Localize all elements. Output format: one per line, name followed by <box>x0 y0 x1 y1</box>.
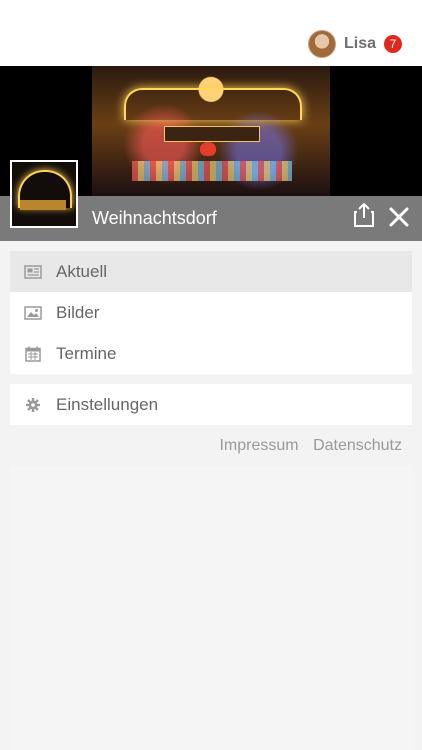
content-area <box>10 466 412 750</box>
user-menu[interactable]: Lisa 7 <box>307 30 402 58</box>
cover-roof-lights <box>124 88 302 120</box>
cover-photo <box>92 66 330 196</box>
notification-badge[interactable]: 7 <box>384 35 402 53</box>
datenschutz-link[interactable]: Datenschutz <box>313 437 402 454</box>
newspaper-icon <box>24 263 42 281</box>
menu-item-label: Einstellungen <box>56 394 159 414</box>
menu-item-einstellungen[interactable]: Einstellungen <box>10 384 412 425</box>
menu-item-label: Termine <box>56 343 117 363</box>
menu-item-aktuell[interactable]: Aktuell <box>10 251 412 292</box>
settings-card: Einstellungen <box>10 384 412 425</box>
cover-lights <box>132 161 292 181</box>
footer-links: Impressum Datenschutz <box>209 437 402 455</box>
menu-item-bilder[interactable]: Bilder <box>10 292 412 333</box>
profile-menu: Aktuell Bilder Termine <box>10 251 412 374</box>
logo-base <box>20 200 66 210</box>
cover-sign <box>164 126 260 142</box>
share-icon[interactable] <box>352 202 376 228</box>
user-name[interactable]: Lisa <box>344 35 376 53</box>
calendar-icon <box>24 345 42 363</box>
avatar[interactable] <box>307 30 336 58</box>
menu-item-label: Aktuell <box>56 261 108 281</box>
profile-logo <box>10 160 78 228</box>
top-bar: Lisa 7 <box>0 0 422 66</box>
menu-item-label: Bilder <box>56 302 100 322</box>
impressum-link[interactable]: Impressum <box>219 437 298 454</box>
menu-item-termine[interactable]: Termine <box>10 333 412 374</box>
profile-title: Weihnachtsdorf <box>92 208 217 228</box>
image-icon <box>24 304 42 322</box>
heart-icon <box>200 142 216 156</box>
gear-icon <box>24 396 42 414</box>
close-icon[interactable] <box>388 206 410 228</box>
